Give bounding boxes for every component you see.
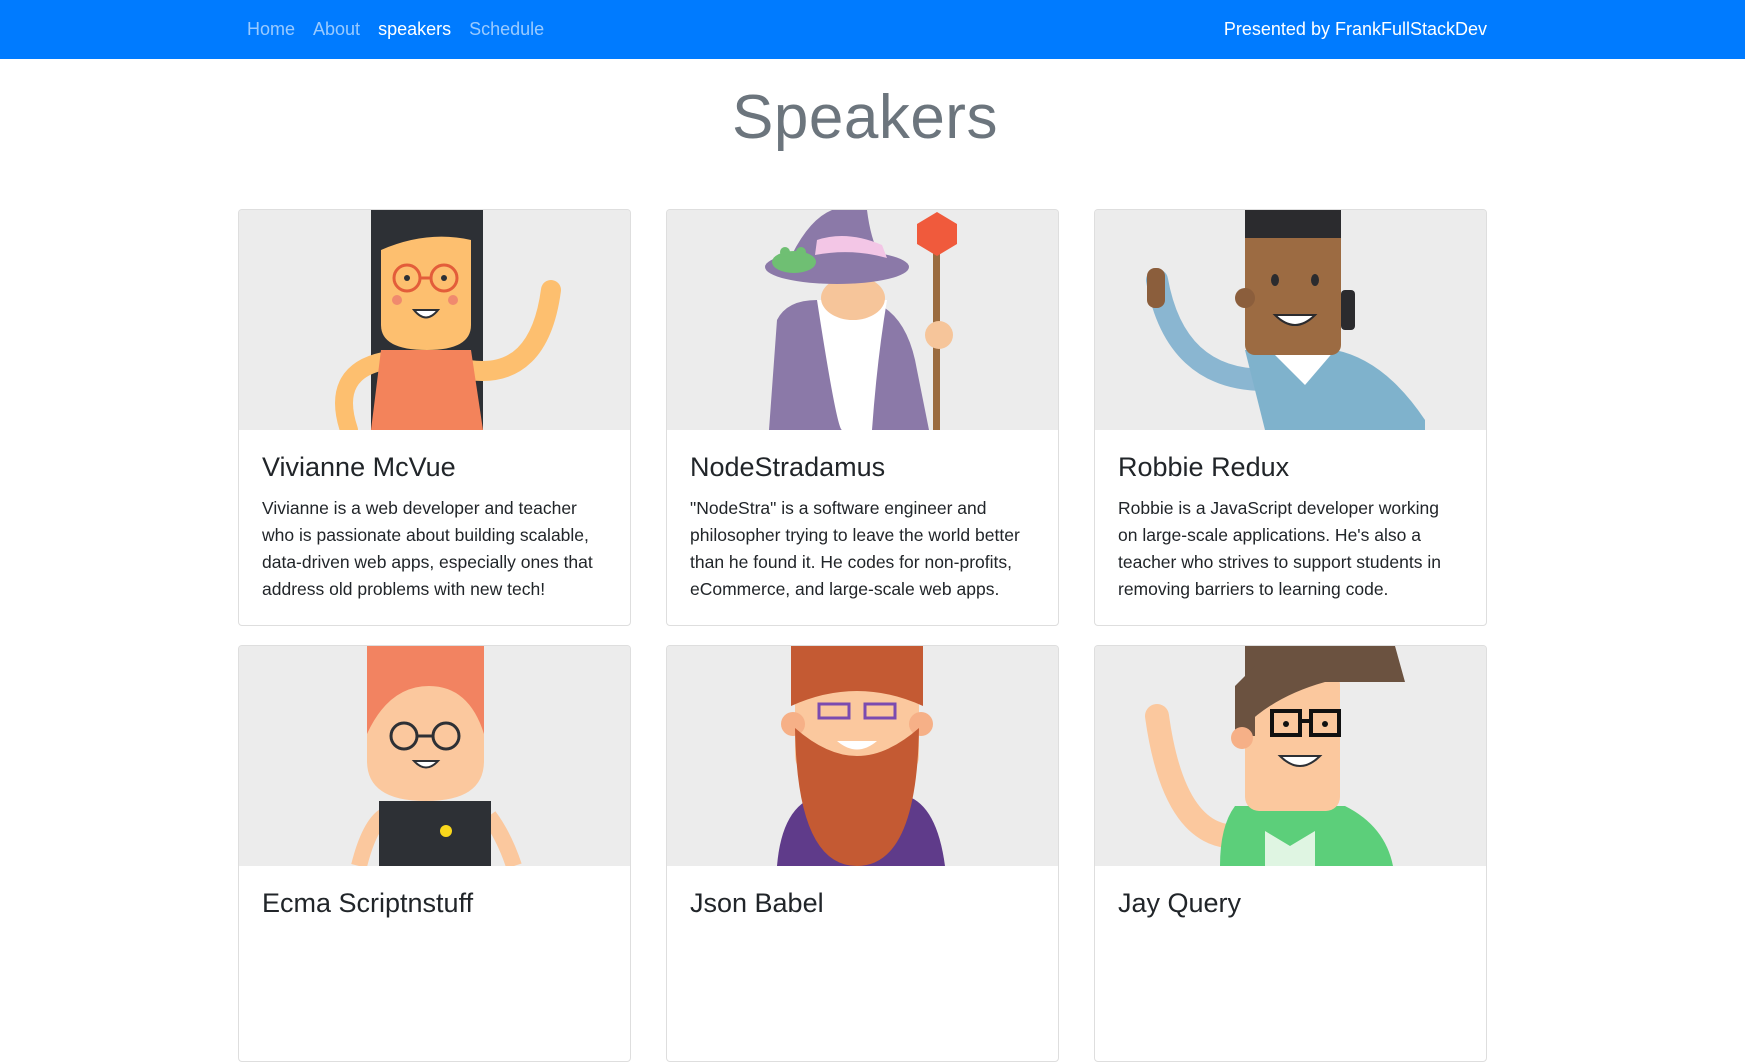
speaker-name: Robbie Redux: [1118, 452, 1290, 482]
bearded-man-avatar: [667, 646, 1058, 866]
speaker-card: Json Babel: [666, 645, 1059, 1062]
speaker-name: Jay Query: [1118, 888, 1242, 918]
speaker-name: Vivianne McVue: [262, 452, 456, 482]
speaker-card: Vivianne McVue Vivianne is a web develop…: [238, 209, 631, 626]
page-title: Speakers: [732, 83, 998, 152]
presented-by-text: Presented by FrankFullStackDev: [1223, 19, 1487, 39]
wizard-avatar: [667, 210, 1058, 430]
speaker-bio: Robbie is a JavaScript developer working…: [1118, 498, 1441, 599]
navbar: Home About speakers Schedule Presented b…: [0, 0, 1745, 59]
speaker-card: Robbie Redux Robbie is a JavaScript deve…: [1094, 209, 1487, 626]
man-phone-avatar: [1095, 210, 1486, 430]
man-glasses-avatar: [1095, 646, 1486, 866]
speaker-name: Json Babel: [690, 888, 824, 918]
speaker-name: NodeStradamus: [690, 452, 886, 482]
speaker-name: Ecma Scriptnstuff: [262, 888, 474, 918]
redhead-glasses-avatar: [239, 646, 630, 866]
speaker-bio: Vivianne is a web developer and teacher …: [262, 498, 593, 599]
speaker-card: NodeStradamus "NodeStra" is a software e…: [666, 209, 1059, 626]
nav-links: Home About speakers Schedule: [247, 0, 544, 59]
nav-link-schedule[interactable]: Schedule: [469, 19, 544, 40]
nav-link-speakers[interactable]: speakers: [378, 19, 451, 40]
speaker-card: Jay Query: [1094, 645, 1487, 1062]
nav-link-home[interactable]: Home: [247, 19, 295, 40]
woman-glasses-avatar: [239, 210, 630, 430]
speaker-card: Ecma Scriptnstuff: [238, 645, 631, 1062]
speaker-bio: "NodeStra" is a software engineer and ph…: [690, 498, 1020, 599]
nav-link-about[interactable]: About: [313, 19, 360, 40]
